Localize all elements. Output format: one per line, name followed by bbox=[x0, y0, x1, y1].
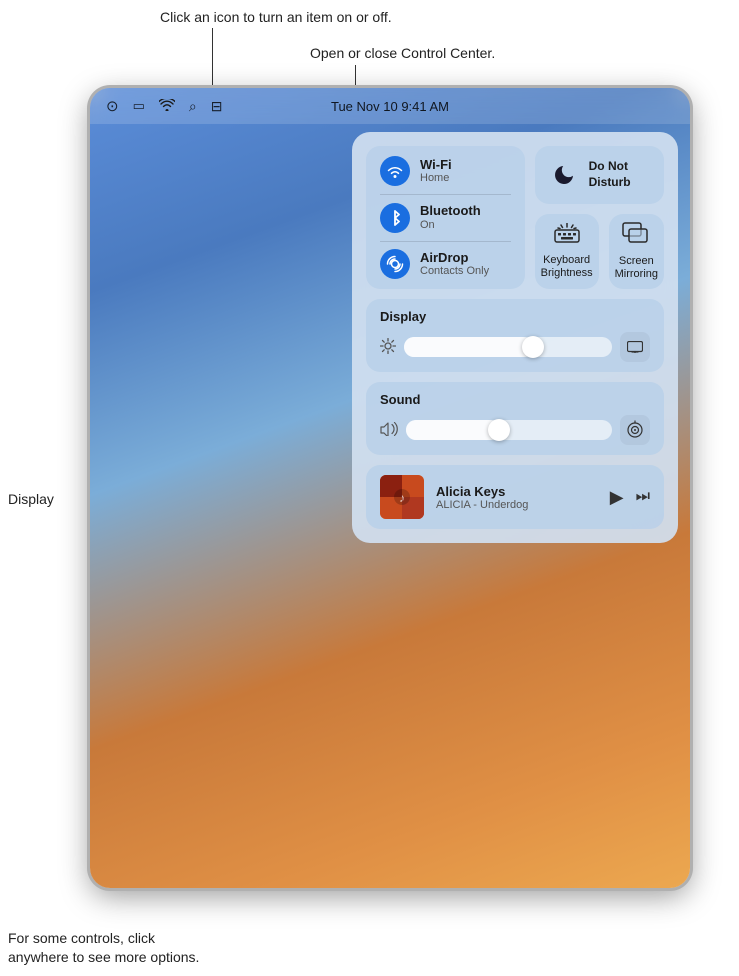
annotation-display: Display bbox=[8, 490, 54, 510]
keyboard-brightness-button[interactable]: Keyboard Brightness bbox=[535, 214, 599, 289]
bluetooth-icon-circle bbox=[380, 203, 410, 233]
brightness-icon bbox=[380, 338, 396, 357]
wifi-text: Wi-Fi Home bbox=[420, 157, 452, 186]
now-playing-sub: ALICIA - Underdog bbox=[436, 499, 598, 511]
dnd-label: Do Not Disturb bbox=[589, 159, 631, 190]
media-play-icon[interactable]: ⊙ bbox=[106, 97, 119, 115]
wifi-item[interactable]: Wi-Fi Home bbox=[380, 156, 511, 186]
display-button[interactable] bbox=[620, 332, 650, 362]
control-center-panel: Wi-Fi Home Bluetooth On bbox=[352, 132, 678, 543]
now-playing-panel: ♪ Alicia Keys ALICIA - Underdog ▶ ⏭ bbox=[366, 465, 664, 529]
menu-bar-left: ⊙ ▭ ⌕ ⊟ bbox=[106, 97, 222, 115]
connectivity-panel: Wi-Fi Home Bluetooth On bbox=[366, 146, 525, 289]
battery-icon[interactable]: ▭ bbox=[133, 98, 145, 114]
divider-1 bbox=[380, 194, 511, 195]
sound-slider-row bbox=[380, 415, 650, 445]
album-art: ♪ bbox=[380, 475, 424, 519]
moon-icon bbox=[549, 160, 579, 190]
airdrop-text: AirDrop Contacts Only bbox=[420, 250, 489, 279]
keyboard-brightness-icon bbox=[554, 223, 580, 249]
display-section: Display bbox=[366, 299, 664, 372]
sound-title: Sound bbox=[380, 392, 650, 407]
volume-icon bbox=[380, 422, 398, 439]
bluetooth-sub: On bbox=[420, 219, 481, 232]
airplay-audio-button[interactable] bbox=[620, 415, 650, 445]
bluetooth-text: Bluetooth On bbox=[420, 203, 481, 232]
bluetooth-item[interactable]: Bluetooth On bbox=[380, 203, 511, 233]
now-playing-info: Alicia Keys ALICIA - Underdog bbox=[436, 484, 598, 511]
cc-right-col: Do Not Disturb bbox=[535, 146, 664, 289]
sound-slider[interactable] bbox=[406, 420, 612, 440]
divider-2 bbox=[380, 241, 511, 242]
now-playing-title: Alicia Keys bbox=[436, 484, 598, 499]
wifi-icon[interactable] bbox=[159, 98, 175, 115]
bluetooth-title: Bluetooth bbox=[420, 203, 481, 219]
airdrop-icon-circle bbox=[380, 249, 410, 279]
search-icon[interactable]: ⌕ bbox=[189, 98, 197, 115]
annotation-open-close-cc: Open or close Control Center. bbox=[310, 44, 495, 64]
wifi-title: Wi-Fi bbox=[420, 157, 452, 173]
screen: ⊙ ▭ ⌕ ⊟ Tue Nov 10 9:41 AM bbox=[90, 88, 690, 888]
wifi-sub: Home bbox=[420, 172, 452, 185]
screen-mirroring-label: Screen Mirroring bbox=[615, 255, 658, 281]
keyboard-brightness-label: Keyboard Brightness bbox=[541, 254, 593, 280]
do-not-disturb-button[interactable]: Do Not Disturb bbox=[535, 146, 664, 204]
display-title: Display bbox=[380, 309, 650, 324]
control-center-icon[interactable]: ⊟ bbox=[211, 98, 223, 115]
now-playing-controls: ▶ ⏭ bbox=[610, 487, 650, 508]
airdrop-sub: Contacts Only bbox=[420, 265, 489, 278]
fast-forward-button[interactable]: ⏭ bbox=[636, 488, 650, 506]
airdrop-title: AirDrop bbox=[420, 250, 489, 266]
annotation-more-options: For some controls, click anywhere to see… bbox=[8, 929, 199, 968]
display-slider-row bbox=[380, 332, 650, 362]
play-button[interactable]: ▶ bbox=[610, 487, 624, 508]
svg-text:♪: ♪ bbox=[399, 491, 405, 505]
screen-mirroring-button[interactable]: Screen Mirroring bbox=[609, 214, 664, 289]
airdrop-item[interactable]: AirDrop Contacts Only bbox=[380, 249, 511, 279]
annotation-turn-on-off: Click an icon to turn an item on or off. bbox=[160, 8, 392, 28]
display-slider[interactable] bbox=[404, 337, 612, 357]
sound-section: Sound bbox=[366, 382, 664, 455]
menu-bar: ⊙ ▭ ⌕ ⊟ Tue Nov 10 9:41 AM bbox=[90, 88, 690, 124]
cc-small-row: Keyboard Brightness Screen Mirroring bbox=[535, 214, 664, 289]
cc-top-row: Wi-Fi Home Bluetooth On bbox=[366, 146, 664, 289]
menu-bar-datetime: Tue Nov 10 9:41 AM bbox=[331, 99, 449, 114]
wifi-icon-circle bbox=[380, 156, 410, 186]
screen-mirroring-icon bbox=[622, 222, 650, 250]
